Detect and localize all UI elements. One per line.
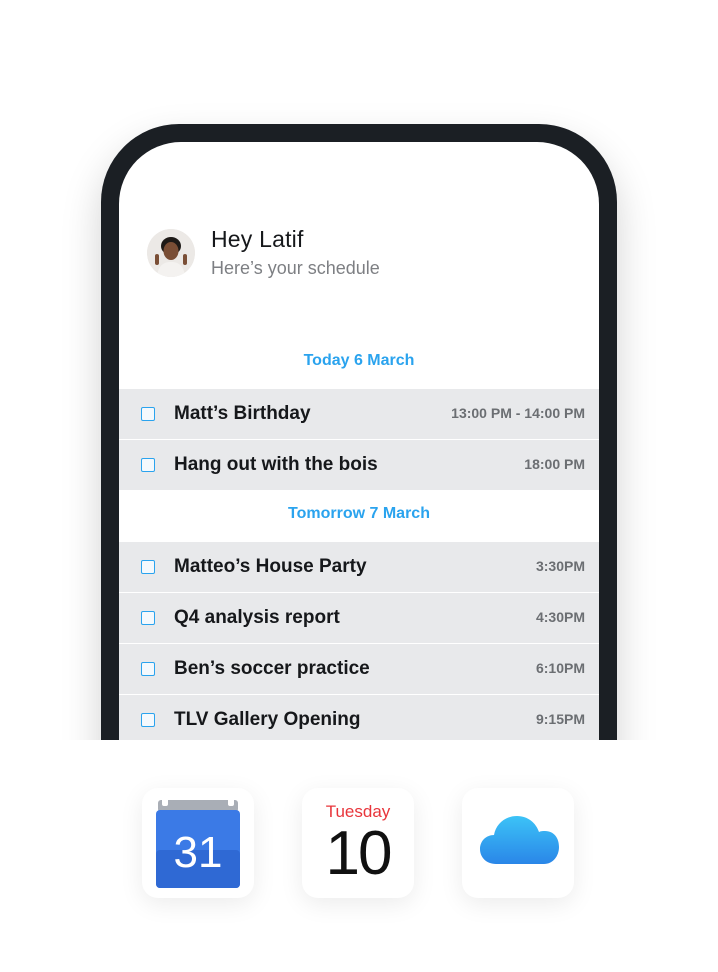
event-title: TLV Gallery Opening — [174, 709, 361, 730]
user-avatar-icon[interactable] — [147, 229, 195, 277]
phone-screen: Hey Latif Here’s your schedule Today 6 M… — [119, 142, 599, 784]
app-stage: Hey Latif Here’s your schedule Today 6 M… — [0, 0, 718, 972]
google-calendar-glyph: 31 — [156, 798, 240, 888]
day-header-tomorrow: Tomorrow 7 March — [288, 505, 430, 522]
icloud-icon[interactable] — [462, 788, 574, 898]
apple-calendar-icon[interactable]: Tuesday 10 — [302, 788, 414, 898]
event-time: 9:15PM — [535, 711, 585, 727]
event-row[interactable]: TLV Gallery Opening 9:15PM — [119, 695, 599, 745]
event-time: 13:00 PM - 14:00 PM — [451, 405, 585, 421]
icloud-glyph — [480, 816, 559, 864]
event-row[interactable]: Hang out with the bois 18:00 PM — [119, 440, 599, 490]
event-time: 6:10PM — [535, 660, 585, 676]
event-checkbox[interactable] — [141, 713, 155, 727]
event-title: Hang out with the bois — [174, 454, 378, 475]
event-checkbox[interactable] — [141, 662, 155, 676]
greeting-title: Hey Latif — [211, 226, 304, 252]
event-time: 3:30PM — [535, 558, 585, 574]
event-title: Q4 analysis report — [174, 607, 340, 628]
apple-calendar-date: 10 — [325, 819, 393, 888]
event-title: Matteo’s House Party — [174, 556, 367, 577]
event-row[interactable]: Matt’s Birthday 13:00 PM - 14:00 PM — [119, 389, 599, 439]
event-title: Ben’s soccer practice — [174, 658, 370, 679]
event-checkbox[interactable] — [141, 458, 155, 472]
event-checkbox[interactable] — [141, 611, 155, 625]
event-row[interactable]: Q4 analysis report 4:30PM — [119, 593, 599, 643]
event-time: 18:00 PM — [524, 456, 585, 472]
google-calendar-date: 31 — [174, 828, 223, 877]
event-row[interactable]: Matteo’s House Party 3:30PM — [119, 542, 599, 592]
event-row[interactable]: Ben’s soccer practice 6:10PM — [119, 644, 599, 694]
phone-frame: Hey Latif Here’s your schedule Today 6 M… — [101, 124, 617, 784]
event-checkbox[interactable] — [141, 407, 155, 421]
event-title: Matt’s Birthday — [174, 403, 311, 424]
google-calendar-icon[interactable]: 31 — [142, 788, 254, 898]
day-header-today: Today 6 March — [303, 352, 415, 369]
event-checkbox[interactable] — [141, 560, 155, 574]
event-time: 4:30PM — [535, 609, 585, 625]
greeting-subtitle: Here’s your schedule — [211, 258, 380, 278]
